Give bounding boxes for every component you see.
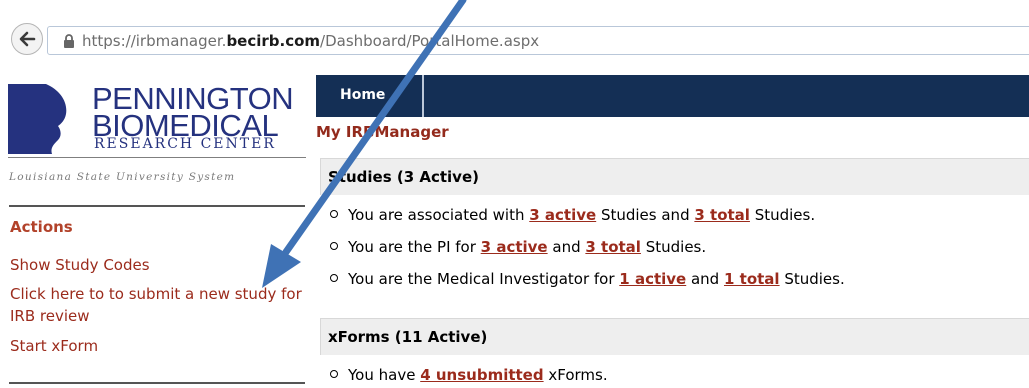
list-item: You have 4 unsubmitted xForms. — [330, 366, 608, 384]
xforms-header-text: xForms (11 Active) — [328, 328, 488, 346]
tab-home-label: Home — [340, 87, 386, 103]
actions-bottom-divider — [9, 382, 305, 384]
back-button[interactable] — [11, 23, 43, 55]
medical-total-link[interactable]: 1 total — [724, 270, 780, 288]
list-item: You are the Medical Investigator for 1 a… — [330, 270, 845, 288]
back-arrow-icon — [19, 31, 36, 47]
organization-logo: PENNINGTON BIOMEDICAL RESEARCH CENTER Lo… — [8, 80, 308, 192]
pi-total-link[interactable]: 3 total — [585, 238, 641, 256]
associated-total-link[interactable]: 3 total — [694, 206, 750, 224]
address-bar[interactable]: https://irbmanager.becirb.com/Dashboard/… — [47, 26, 1029, 55]
xforms-panel-header: xForms (11 Active) — [320, 318, 1029, 355]
logo-silhouette-icon — [8, 84, 88, 154]
list-item: You are associated with 3 active Studies… — [330, 206, 815, 224]
start-xform-link[interactable]: Start xForm — [10, 335, 310, 357]
logo-subtitle: Louisiana State University System — [9, 171, 236, 183]
medical-active-link[interactable]: 1 active — [619, 270, 686, 288]
bullet-icon — [330, 369, 338, 378]
logo-line3: RESEARCH CENTER — [94, 136, 276, 152]
top-navigation: Home — [316, 75, 1029, 117]
logo-divider — [8, 157, 306, 158]
bullet-icon — [330, 273, 338, 282]
lock-icon — [64, 33, 74, 48]
bullet-icon — [330, 209, 338, 218]
associated-active-link[interactable]: 3 active — [529, 206, 596, 224]
list-item: You are the PI for 3 active and 3 total … — [330, 238, 706, 256]
url-text: https://irbmanager.becirb.com/Dashboard/… — [82, 31, 540, 50]
studies-header-text: Studies (3 Active) — [328, 168, 479, 186]
submit-new-study-link[interactable]: Click here to to submit a new study for … — [10, 283, 310, 327]
studies-panel-header: Studies (3 Active) — [320, 158, 1029, 195]
browser-toolbar: https://irbmanager.becirb.com/Dashboard/… — [0, 0, 1029, 72]
unsubmitted-xforms-link[interactable]: 4 unsubmitted — [420, 366, 543, 384]
pi-active-link[interactable]: 3 active — [481, 238, 548, 256]
bullet-icon — [330, 241, 338, 250]
actions-list: Show Study Codes Click here to to submit… — [10, 254, 310, 365]
tab-home[interactable]: Home — [316, 75, 424, 117]
actions-divider — [9, 205, 305, 207]
show-study-codes-link[interactable]: Show Study Codes — [10, 254, 310, 276]
actions-heading: Actions — [10, 218, 73, 236]
page-title: My IRBManager — [316, 123, 449, 141]
